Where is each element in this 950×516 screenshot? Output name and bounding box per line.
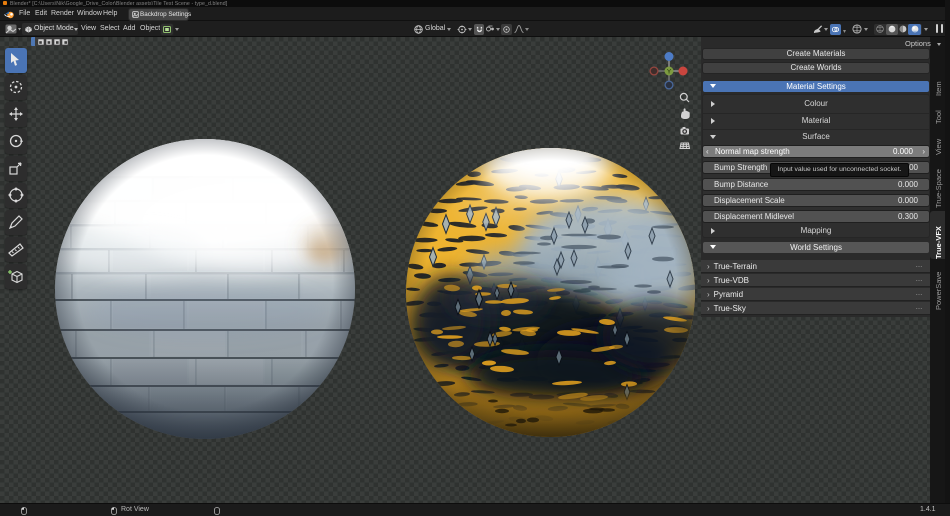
svg-text:Y: Y <box>667 69 672 76</box>
